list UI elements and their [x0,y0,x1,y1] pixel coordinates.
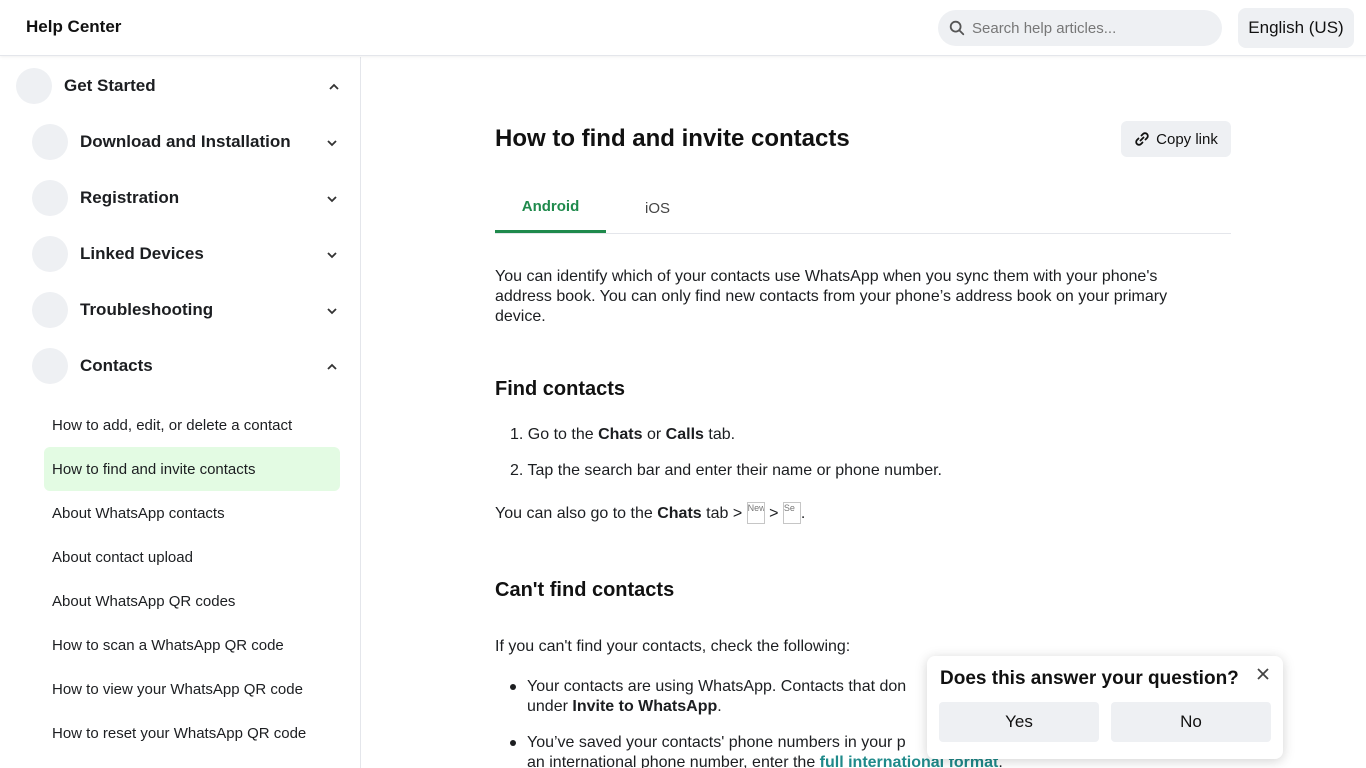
also-text: tab > [706,505,743,522]
also-paragraph: You can also go to the Chats tab > New >… [495,502,805,524]
search-image: Se [782,502,801,524]
chevron-down-icon[interactable] [325,136,339,150]
sidebar-item-contact-upload[interactable]: About contact upload [44,535,340,579]
link-icon [1135,132,1149,146]
feedback-no-button[interactable]: No [1111,702,1271,742]
invite-bold: Invite to WhatsApp [572,698,718,715]
sidebar-item-add-edit-delete[interactable]: How to add, edit, or delete a contact [44,403,340,447]
chevron-down-icon[interactable] [325,192,339,206]
bullet-text: an international phone number, enter the [527,754,816,768]
intro-line: You can identify which of your contacts … [495,268,1158,285]
bullet-line: under Invite to WhatsApp. [527,697,906,717]
sidebar-item-scan-qr[interactable]: How to scan a WhatsApp QR code [44,623,340,667]
sidebar-group-download[interactable]: Download and Installation [32,124,291,160]
language-selector-button[interactable]: English (US) [1238,8,1354,48]
period: . [800,505,806,522]
sidebar-item-reset-qr[interactable]: How to reset your WhatsApp QR code [44,711,340,755]
group-icon [32,348,68,384]
sidebar-group-get-started[interactable]: Get Started [16,68,156,104]
sidebar-item-about-contacts[interactable]: About WhatsApp contacts [44,491,340,535]
sidebar-group-label: Linked Devices [80,244,204,263]
new-chat-image: New [746,502,765,524]
chevron-up-icon[interactable] [327,80,341,94]
chats-bold: Chats [657,505,702,522]
bullet-line: Your contacts are using WhatsApp. Contac… [527,678,907,695]
search-input[interactable] [972,19,1212,37]
group-icon [32,236,68,272]
bullet-item-1: Your contacts are using WhatsApp. Contac… [527,677,906,717]
bullet-dot [510,740,516,746]
chevron-down-icon[interactable] [325,248,339,262]
tab-ios[interactable]: iOS [606,183,709,233]
intro-paragraph: You can identify which of your contacts … [495,267,1225,327]
sidebar-group-label: Troubleshooting [80,300,214,319]
step-text: Go to the [527,426,594,443]
calls-bold: Calls [665,426,704,443]
chevron-up-icon[interactable] [325,360,339,374]
feedback-question: Does this answer your question? [940,668,1239,689]
search-icon [949,20,965,36]
step-text: Tap the search bar and enter their name … [527,462,942,479]
sidebar-nav: Get Started Download and Installation Re… [0,57,361,768]
chevron-down-icon[interactable] [325,304,339,318]
sidebar-item-qr-codes[interactable]: About WhatsApp QR codes [44,579,340,623]
search-box[interactable] [938,10,1222,46]
step-number: 2. [510,462,524,479]
sidebar-group-troubleshooting[interactable]: Troubleshooting [32,292,213,328]
platform-tabs: Android iOS [495,183,1231,234]
close-icon[interactable] [1253,664,1273,684]
sidebar-group-label: Get Started [64,76,156,95]
find-contacts-heading: Find contacts [495,378,626,400]
group-icon [32,180,68,216]
top-header: Help Center English (US) [0,0,1366,56]
sidebar-group-label: Contacts [80,356,153,375]
cant-find-intro: If you can't find your contacts, check t… [495,638,851,655]
chats-bold: Chats [598,426,643,443]
bullet-text: . [717,698,722,715]
copy-link-label: Copy link [1156,130,1218,148]
sidebar-item-view-qr[interactable]: How to view your WhatsApp QR code [44,667,340,711]
copy-link-button[interactable]: Copy link [1121,121,1231,157]
separator: > [769,505,779,522]
step-1: 1. Go to the Chats or Calls tab. [510,425,735,445]
sidebar-item-find-invite[interactable]: How to find and invite contacts [44,447,340,491]
step-text: or [646,426,662,443]
cant-find-heading: Can't find contacts [495,579,675,601]
feedback-yes-button[interactable]: Yes [939,702,1099,742]
intro-line: address book. You can only find new cont… [495,288,1168,305]
sidebar-group-linked-devices[interactable]: Linked Devices [32,236,204,272]
sidebar-group-contacts[interactable]: Contacts [32,348,153,384]
bullet-text: under [527,698,568,715]
tab-android[interactable]: Android [495,183,606,233]
also-text: You can also go to the [495,505,653,522]
bullet-dot [510,684,516,690]
step-text: tab. [708,426,736,443]
group-icon [16,68,52,104]
intro-line: device. [495,308,546,325]
group-icon [32,124,68,160]
sidebar-group-label: Registration [80,188,180,207]
help-center-brand[interactable]: Help Center [26,17,121,37]
feedback-popup: Does this answer your question? Yes No [927,656,1283,759]
article-title: How to find and invite contacts [495,125,850,152]
group-icon [32,292,68,328]
step-2: 2. Tap the search bar and enter their na… [510,461,942,481]
sidebar-group-label: Download and Installation [80,132,291,151]
sidebar-group-registration[interactable]: Registration [32,180,179,216]
step-number: 1. [510,426,524,443]
